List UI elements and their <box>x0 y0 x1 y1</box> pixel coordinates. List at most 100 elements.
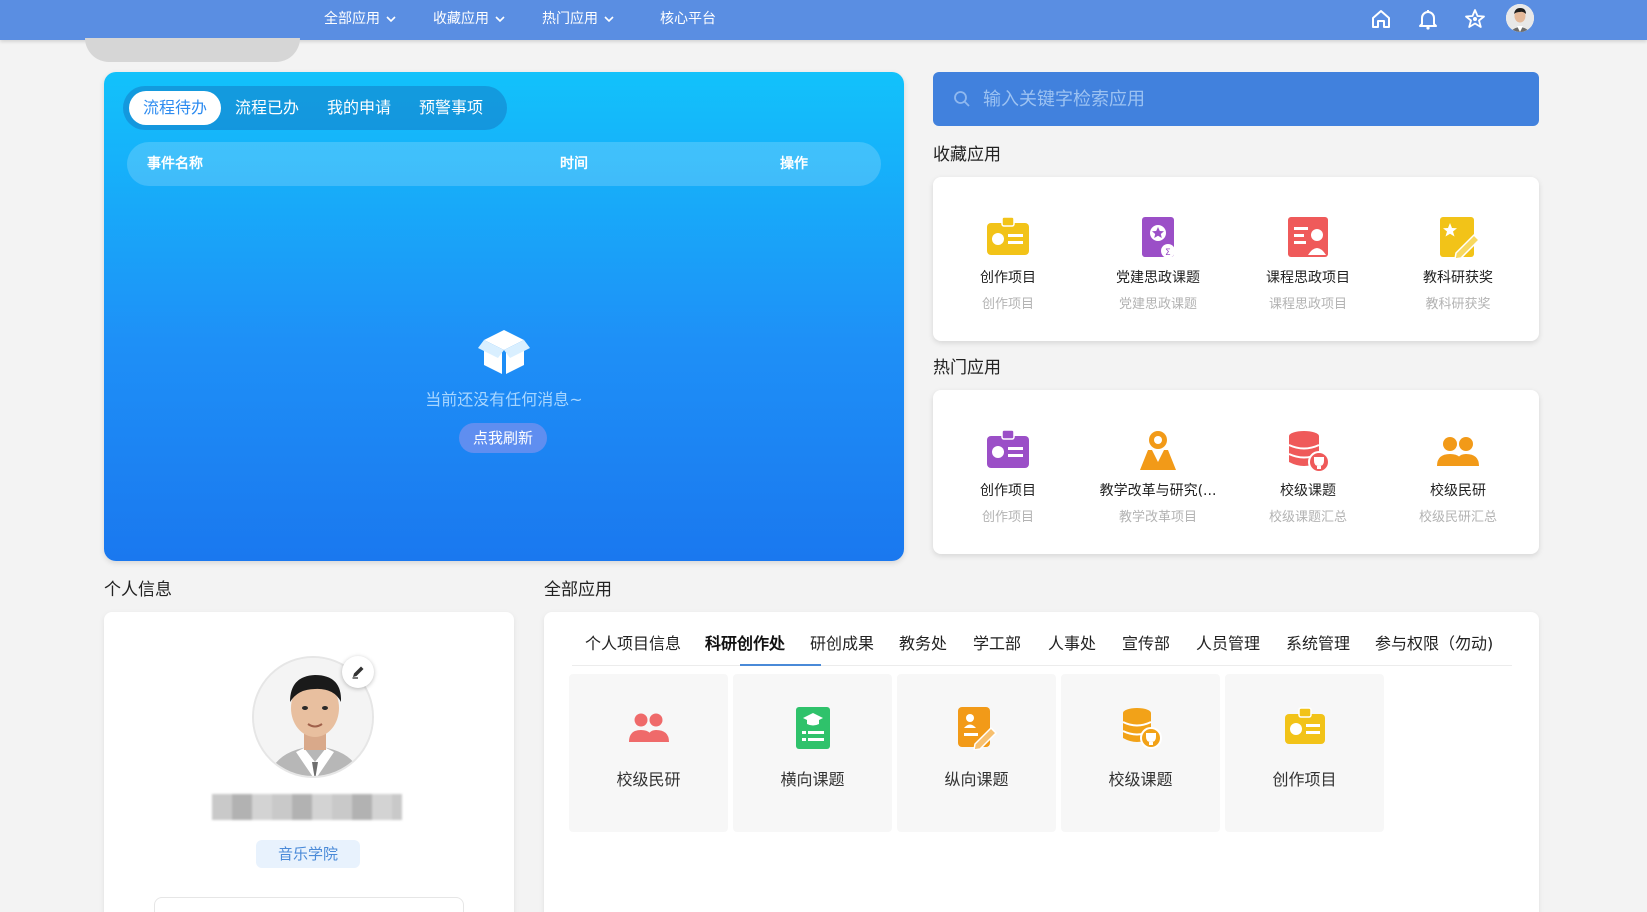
top-nav-bar: 全部应用 收藏应用 热门应用 核心平台 <box>0 0 1647 40</box>
search-input[interactable] <box>983 88 1503 110</box>
app-name: 校级民研 <box>1430 483 1486 499</box>
vertical-topic-icon <box>957 707 997 751</box>
todo-table-header: 事件名称 时间 操作 <box>127 142 881 186</box>
nav-core-platform[interactable]: 核心平台 <box>660 0 716 38</box>
bell-icon[interactable] <box>1415 6 1441 32</box>
tab-research-office[interactable]: 科研创作处 <box>705 630 785 654</box>
people-research-icon <box>1437 437 1479 466</box>
tab-student-affairs[interactable]: 学工部 <box>973 630 1021 654</box>
tile-creative-project[interactable]: 创作项目 <box>1225 674 1384 832</box>
favorites-title: 收藏应用 <box>933 145 1001 165</box>
column-event-name: 事件名称 <box>147 156 203 172</box>
all-apps-title: 全部应用 <box>544 580 612 600</box>
app-name: 教学改革与研究(... <box>1099 483 1217 499</box>
school-topic-icon <box>1288 431 1330 473</box>
user-name-blurred <box>212 794 402 820</box>
tab-warnings[interactable]: 预警事项 <box>405 91 497 125</box>
app-subtitle: 校级课题汇总 <box>1268 510 1347 525</box>
favorite-app-party-topic[interactable]: Σ 党建思政课题 党建思政课题 <box>1083 215 1233 312</box>
svg-text:Σ: Σ <box>1165 248 1171 258</box>
tab-research-results[interactable]: 研创成果 <box>810 630 874 654</box>
tile-name: 校级课题 <box>1108 770 1173 789</box>
hot-apps-title: 热门应用 <box>933 358 1001 378</box>
hot-app-school-topic[interactable]: 校级课题 校级课题汇总 <box>1233 428 1383 525</box>
award-icon <box>1440 217 1481 260</box>
tab-hr[interactable]: 人事处 <box>1048 630 1096 654</box>
app-subtitle: 党建思政课题 <box>1118 297 1197 312</box>
user-avatar[interactable] <box>1506 4 1534 32</box>
tile-name: 创作项目 <box>1272 770 1337 789</box>
hot-app-people-research[interactable]: 校级民研 校级民研汇总 <box>1383 428 1533 525</box>
creative-project-icon <box>1284 707 1325 744</box>
nav-all-apps-label: 全部应用 <box>324 11 380 27</box>
chevron-down-icon <box>495 16 505 23</box>
course-project-icon <box>1288 217 1328 257</box>
app-name: 党建思政课题 <box>1116 270 1200 286</box>
profile-extra-field <box>154 897 464 912</box>
app-name: 教科研获奖 <box>1423 270 1493 286</box>
favorite-app-creative-project[interactable]: 创作项目 创作项目 <box>933 215 1083 312</box>
tab-pending[interactable]: 流程待办 <box>129 91 222 125</box>
favorite-app-course-project[interactable]: 课程思政项目 课程思政项目 <box>1233 215 1383 312</box>
tile-people-research[interactable]: 校级民研 <box>569 674 728 832</box>
nav-hot-apps[interactable]: 热门应用 <box>542 0 616 38</box>
tile-name: 校级民研 <box>616 770 681 789</box>
empty-box-icon <box>478 330 530 374</box>
hot-app-creative-project[interactable]: 创作项目 创作项目 <box>933 428 1083 525</box>
app-name: 校级课题 <box>1280 483 1336 499</box>
hot-app-teaching-reform[interactable]: 教学改革与研究(... 教学改革项目 <box>1083 428 1233 525</box>
app-name: 创作项目 <box>980 270 1036 286</box>
app-subtitle: 课程思政项目 <box>1268 297 1347 312</box>
profile-title: 个人信息 <box>104 580 172 600</box>
todo-tab-bar: 流程待办 流程已办 我的申请 预警事项 <box>123 86 507 130</box>
refresh-button[interactable]: 点我刷新 <box>459 423 547 453</box>
profile-card: 音乐学院 <box>104 612 514 912</box>
app-subtitle: 创作项目 <box>981 510 1034 525</box>
pencil-icon <box>352 666 364 679</box>
column-action: 操作 <box>780 156 808 172</box>
tile-vertical-topic[interactable]: 纵向课题 <box>897 674 1056 832</box>
settings-star-icon[interactable] <box>1462 6 1488 32</box>
tab-system[interactable]: 系统管理 <box>1286 630 1350 654</box>
tab-permissions[interactable]: 参与权限（勿动) <box>1375 630 1493 654</box>
app-subtitle: 创作项目 <box>981 297 1034 312</box>
tile-name: 纵向课题 <box>944 770 1009 789</box>
app-name: 课程思政项目 <box>1266 270 1350 286</box>
active-tab-indicator <box>740 664 821 666</box>
favorite-app-award[interactable]: 教科研获奖 教科研获奖 <box>1383 215 1533 312</box>
tile-school-topic[interactable]: 校级课题 <box>1061 674 1220 832</box>
app-search-box[interactable] <box>933 72 1539 126</box>
chevron-down-icon <box>386 16 396 23</box>
column-time: 时间 <box>560 156 588 172</box>
horizontal-topic-icon <box>795 707 830 749</box>
nav-core-platform-label: 核心平台 <box>660 11 716 27</box>
all-apps-card: 个人项目信息 科研创作处 研创成果 教务处 学工部 人事处 宣传部 人员管理 系… <box>544 612 1539 912</box>
nav-favorite-apps[interactable]: 收藏应用 <box>433 0 507 38</box>
home-icon[interactable] <box>1368 6 1394 32</box>
department-badge: 音乐学院 <box>256 840 360 868</box>
department-tabs: 个人项目信息 科研创作处 研创成果 教务处 学工部 人事处 宣传部 人员管理 系… <box>572 612 1512 666</box>
tab-my-requests[interactable]: 我的申请 <box>313 91 405 125</box>
tab-done[interactable]: 流程已办 <box>221 91 313 125</box>
school-topic-icon <box>1122 708 1162 749</box>
chevron-down-icon <box>604 16 614 23</box>
favorites-card: 创作项目 创作项目 Σ 党建思政课题 党建思政课题 课程思政项目 课程思政项目 … <box>933 177 1539 341</box>
nav-hot-apps-label: 热门应用 <box>542 11 598 27</box>
app-subtitle: 校级民研汇总 <box>1418 510 1497 525</box>
tab-personnel[interactable]: 人员管理 <box>1196 630 1260 654</box>
nav-favorite-apps-label: 收藏应用 <box>433 11 489 27</box>
people-research-icon <box>628 713 669 742</box>
tab-publicity[interactable]: 宣传部 <box>1122 630 1170 654</box>
teaching-reform-icon <box>1140 431 1176 470</box>
creative-project-icon <box>987 216 1029 255</box>
tab-personal-projects[interactable]: 个人项目信息 <box>585 630 681 654</box>
creative-project-icon <box>987 429 1029 468</box>
nav-all-apps[interactable]: 全部应用 <box>324 0 398 38</box>
tile-horizontal-topic[interactable]: 横向课题 <box>733 674 892 832</box>
edit-avatar-button[interactable] <box>342 656 374 688</box>
app-subtitle: 教学改革项目 <box>1118 510 1197 525</box>
tile-name: 横向课题 <box>780 770 845 789</box>
search-icon <box>954 91 970 107</box>
app-subtitle: 教科研获奖 <box>1425 297 1491 312</box>
tab-academic-affairs[interactable]: 教务处 <box>899 630 947 654</box>
